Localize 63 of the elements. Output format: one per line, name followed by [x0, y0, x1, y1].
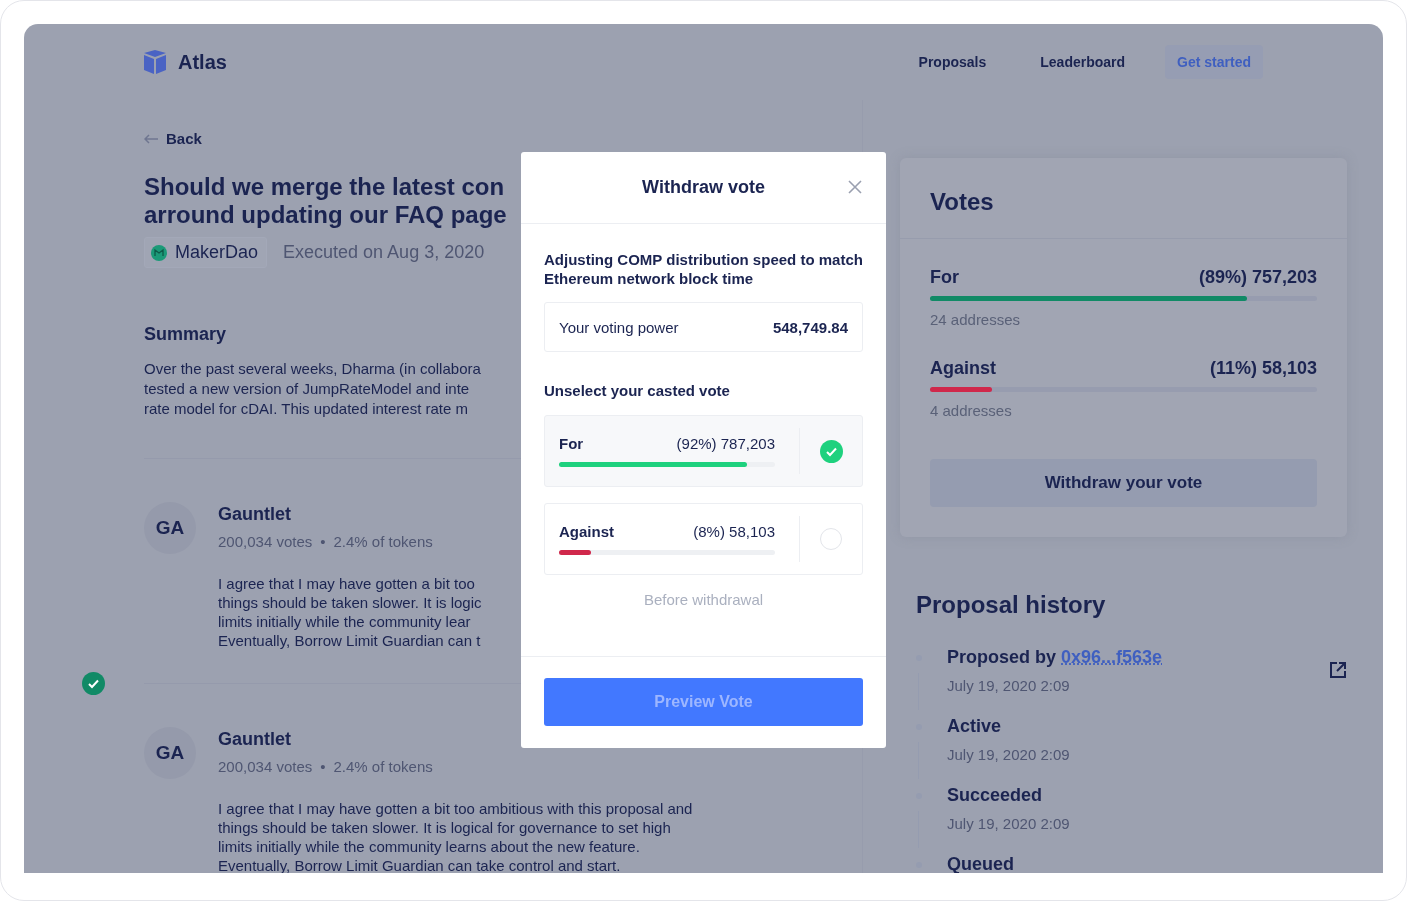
vote-option-label: For — [930, 267, 959, 288]
org-tag: MakerDao — [144, 237, 268, 268]
vote-option[interactable]: For (92%) 787,203 — [544, 415, 863, 487]
avatar: GA — [144, 502, 196, 554]
vote-reading: (11%) 58,103 — [1209, 358, 1317, 379]
vote-option[interactable]: Against (8%) 58,103 — [544, 503, 863, 575]
event-date: July 19, 2020 2:09 — [947, 746, 1071, 765]
voting-power-label: Your voting power — [559, 318, 679, 336]
vote-option-label: Against — [559, 523, 614, 540]
brand-name: Atlas — [178, 50, 227, 74]
withdraw-button[interactable]: Withdraw your vote — [930, 459, 1317, 507]
summary-line: tested a new version of JumpRateModel and inte — [144, 379, 470, 399]
vote-count: 200,034 votes — [218, 533, 313, 550]
address-count: 24 addresses — [930, 311, 1022, 328]
comment-line: limits initially while the community lear — [218, 612, 471, 631]
token-share: 2.4% of tokens — [333, 758, 433, 775]
nav-link[interactable]: Proposals — [904, 46, 1001, 78]
comment-line: things should be taken slower. It is logic — [218, 593, 482, 612]
event-title: Proposed by — [947, 647, 1057, 667]
comment-line: I agree that I may have gotten a bit too — [218, 574, 475, 593]
commenter-name: Gauntlet — [218, 729, 291, 750]
vote-reading: (8%) 58,103 — [693, 523, 775, 540]
back-link[interactable]: Back — [144, 130, 862, 147]
event-title: Queued — [947, 854, 1014, 873]
org-logo-icon — [151, 244, 167, 261]
event-date: July 19, 2020 2:09 — [947, 677, 1071, 696]
vote-option-label: Against — [930, 358, 996, 379]
event-date: July 19, 2020 2:09 — [947, 815, 1071, 834]
proposal-name: Adjusting COMP distribution speed to match Ethereum network block time — [544, 250, 863, 288]
dialog-title: Withdraw vote — [642, 177, 765, 198]
external-link-icon[interactable] — [1329, 661, 1347, 679]
comment-line: Eventually, Borrow Limit Guardian can t — [218, 631, 481, 650]
comment-line: I agree that I may have gotten a bit too ambitious with this proposal and — [218, 799, 693, 818]
vote-count: 200,034 votes — [218, 758, 313, 775]
arrow-left-icon — [144, 133, 158, 144]
event-title: Active — [947, 716, 1002, 736]
nav-link[interactable]: Leaderboard — [1026, 46, 1140, 78]
address-count: 4 addresses — [930, 402, 1013, 419]
comment-line: limits initially while the community learns about the new feature. — [218, 837, 640, 856]
close-icon[interactable] — [848, 180, 862, 194]
event-title: Succeeded — [947, 785, 1043, 805]
section-heading: Proposal history — [916, 591, 1106, 619]
summary-line: Over the past several weeks, Dharma (in collabora — [144, 359, 481, 379]
note-text: Before withdrawal — [642, 591, 765, 608]
vote-reading: (92%) 787,203 — [676, 435, 775, 452]
check-icon — [819, 439, 843, 463]
proposal-title: Should we merge the latest con — [144, 173, 505, 201]
commenter-name: Gauntlet — [218, 504, 291, 525]
voting-power-value: 548,749.84 — [772, 318, 848, 336]
status-text: Executed on Aug 3, 2020 — [283, 242, 485, 263]
section-heading: Summary — [144, 324, 227, 345]
prompt-text: Unselect your casted vote — [544, 382, 731, 399]
logo-icon — [144, 50, 166, 74]
proposal-title: arround updating our FAQ page — [144, 201, 507, 229]
card-title: Votes — [930, 188, 994, 215]
vote-reading: (89%) 757,203 — [1198, 267, 1317, 288]
avatar: GA — [144, 727, 196, 779]
vote-option-label: For — [559, 435, 584, 452]
summary-line: rate model for cDAI. This updated interest rate m — [144, 399, 469, 419]
token-share: 2.4% of tokens — [333, 533, 433, 550]
comment-line: things should be taken slower. It is logical for governance to set high — [218, 818, 671, 837]
bullet-separator: • — [320, 758, 326, 775]
bullet-separator: • — [320, 533, 326, 550]
